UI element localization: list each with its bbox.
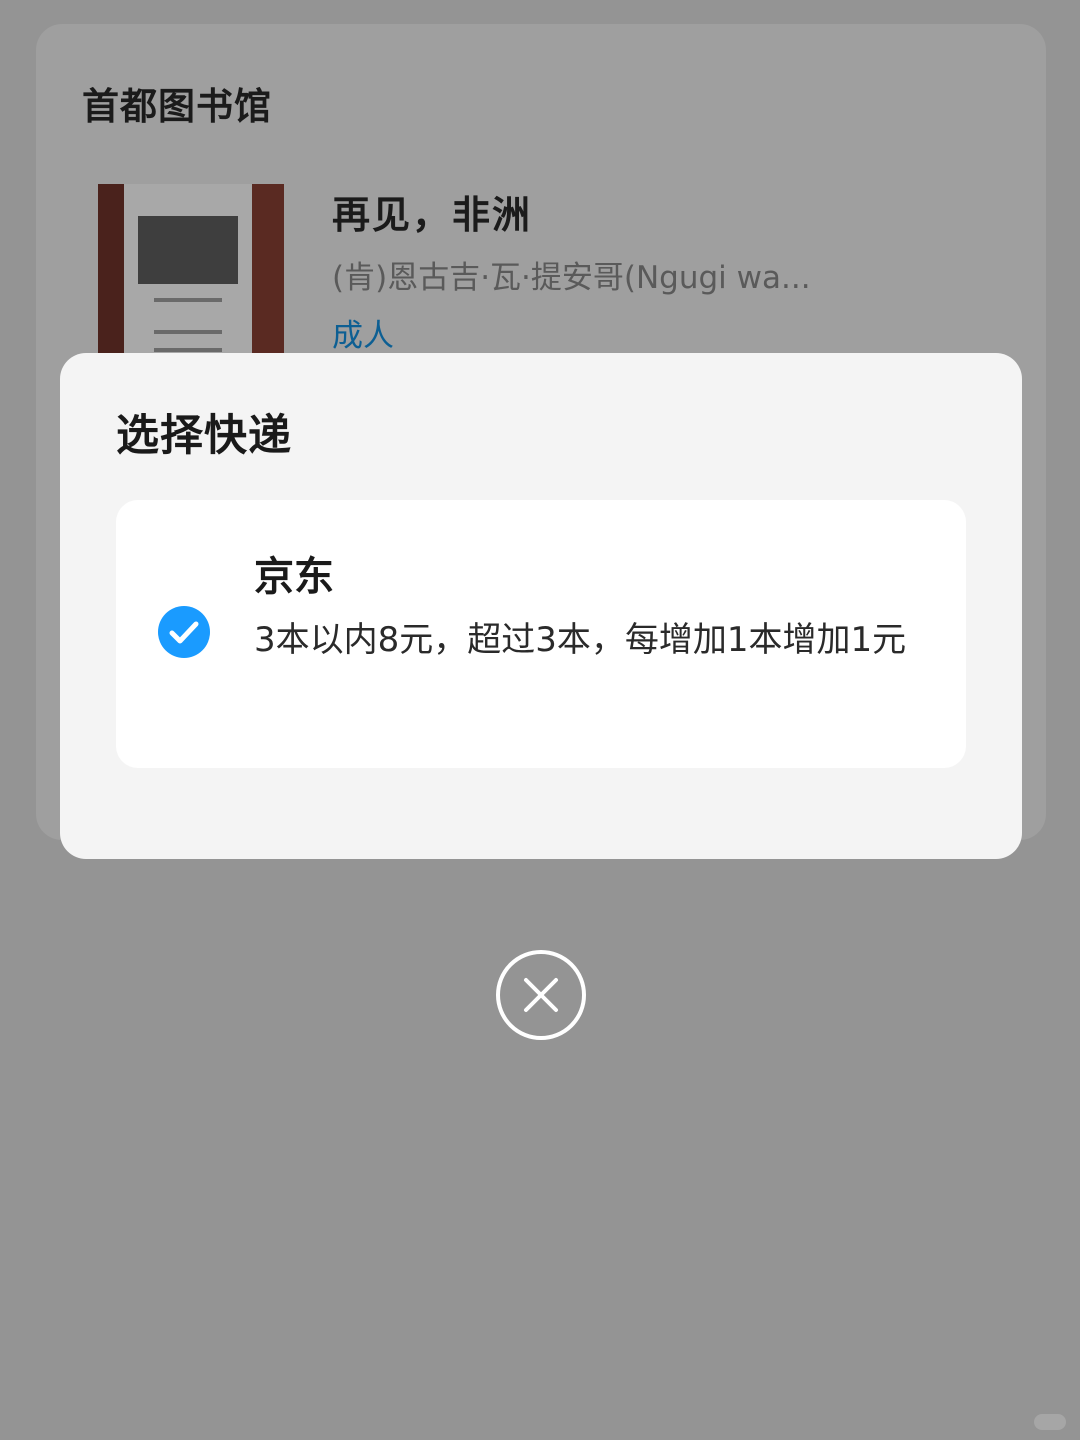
dialog-title: 选择快递 [116, 411, 292, 461]
cover-text-line [154, 298, 222, 302]
library-name: 首都图书馆 [82, 85, 272, 128]
book-author: (肯)恩古吉·瓦·提安哥(Ngugi wa... [332, 260, 811, 296]
cover-text-line [154, 330, 222, 334]
watermark-badge [1034, 1414, 1066, 1430]
courier-name: 京东 [254, 554, 334, 600]
cover-photo [138, 216, 238, 284]
select-courier-dialog: 选择快递 京东 3本以内8元，超过3本，每增加1本增加1元 [60, 353, 1022, 859]
courier-option-jd[interactable]: 京东 3本以内8元，超过3本，每增加1本增加1元 [116, 500, 966, 768]
check-circle-icon[interactable] [158, 606, 210, 658]
book-audience-tag: 成人 [332, 318, 394, 354]
cover-text-line [154, 348, 222, 352]
close-circle-icon[interactable] [495, 949, 587, 1041]
book-title[interactable]: 再见，非洲 [332, 184, 532, 239]
courier-price-description: 3本以内8元，超过3本，每增加1本增加1元 [254, 620, 907, 660]
